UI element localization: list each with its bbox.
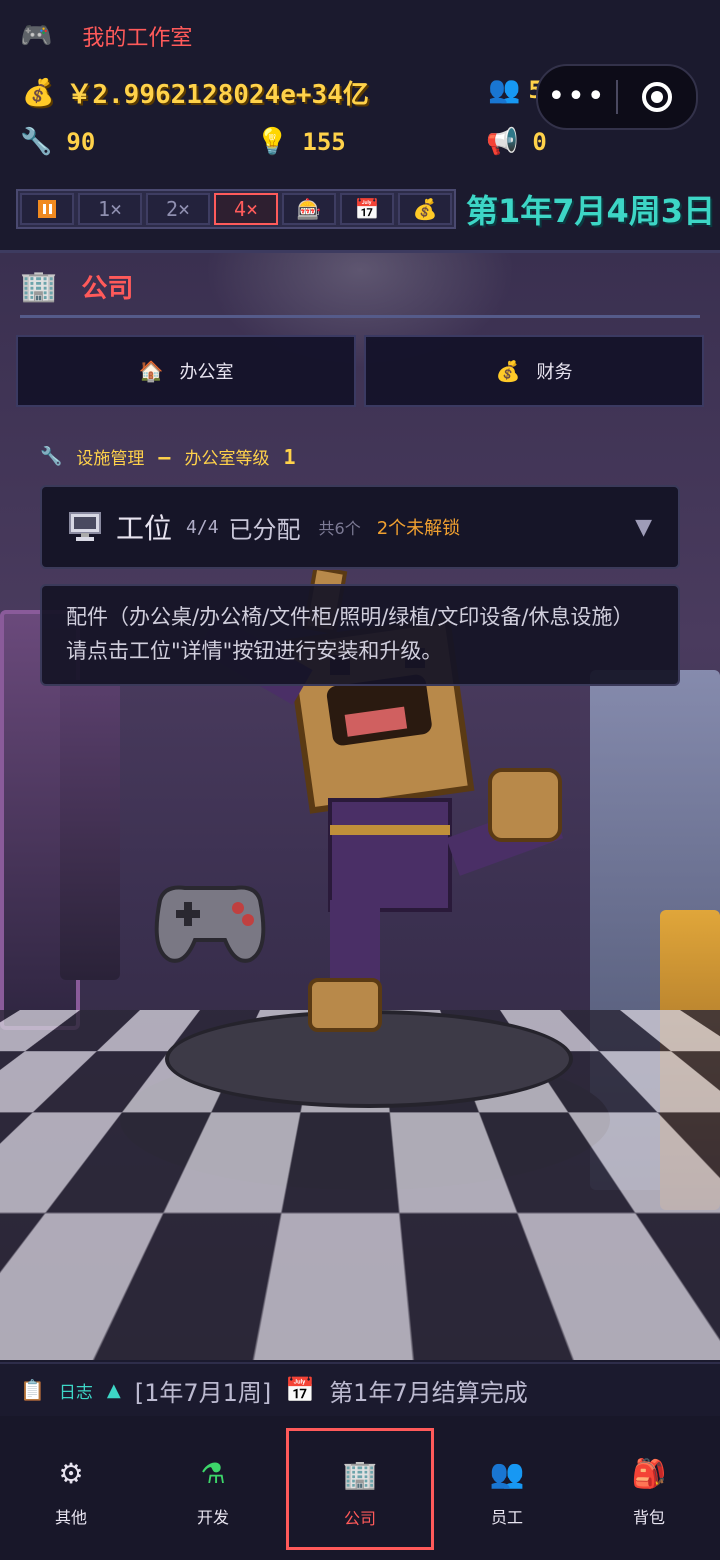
company-heading: 🏢 公司 (20, 268, 133, 305)
staff-icon: 👥 (489, 1457, 525, 1490)
workstation-assigned: 已分配 (228, 515, 301, 544)
log-label[interactable]: 日志 (59, 1378, 93, 1403)
facility-label: 设施管理 (76, 449, 145, 469)
resource-lightbulb: 💡 155 (256, 128, 346, 156)
megaphone-value: 0 (532, 128, 547, 156)
megaphone-icon: 📢 (486, 127, 519, 157)
arcade-cabinet-left-back (60, 680, 120, 980)
money-bag-icon: 💰 (495, 359, 521, 383)
nav-staff-label: 员工 (490, 1508, 523, 1527)
facility-management-row: 🔧 设施管理 – 办公室等级 1 (40, 444, 296, 470)
nav-backpack-label: 背包 (632, 1508, 665, 1527)
speed-4x-button[interactable]: 4× (214, 193, 278, 225)
locked-count: 2 (376, 518, 389, 539)
nav-other[interactable]: ⚙ 其他 (0, 1416, 142, 1560)
gamepad-icon: 🎮 (20, 21, 53, 51)
clipboard-icon: 📋 (20, 1378, 45, 1402)
flask-icon: ⚗ (200, 1457, 226, 1490)
workstation-accordion[interactable]: 工位 4/4 已分配 共6个 2个未解锁 ▼ (40, 485, 680, 569)
close-miniprogram-button[interactable] (618, 82, 696, 112)
calendar-icon: 📅 (285, 1376, 316, 1404)
speed-bar: 1× 2× 4× 🎰 📅 💰 (16, 189, 456, 229)
building-icon: 🏢 (20, 268, 58, 304)
monitor-icon (69, 512, 101, 541)
money-value: ￥2.9962128024e+34亿 (66, 80, 369, 110)
lightbulb-icon: 💡 (256, 127, 289, 157)
nav-staff[interactable]: 👥 员工 (436, 1416, 578, 1560)
heading-divider (20, 315, 700, 318)
company-tabs: 🏠 办公室 💰 财务 (16, 335, 704, 407)
flask-icon: ▲ (106, 1379, 121, 1401)
game-date: 第1年7月4周3日 (466, 192, 716, 230)
arcade-cabinet-right (660, 910, 720, 1210)
workstation-total: 共6个 (318, 519, 361, 538)
nav-other-label: 其他 (54, 1508, 87, 1527)
office-building-icon: 🏢 (342, 1458, 378, 1491)
tab-office[interactable]: 🏠 办公室 (16, 335, 356, 407)
pause-icon (38, 200, 56, 218)
wrench-value: 90 (66, 128, 96, 156)
speed-2x-button[interactable]: 2× (146, 193, 210, 225)
lightbulb-value: 155 (302, 128, 346, 156)
nav-backpack[interactable]: 🎒 背包 (578, 1416, 720, 1560)
gear-icon: ⚙ (58, 1457, 84, 1490)
workstation-locked: 2个未解锁 (377, 514, 460, 540)
nav-develop[interactable]: ⚗ 开发 (142, 1416, 284, 1560)
tab-finance[interactable]: 💰 财务 (364, 335, 704, 407)
accessory-hint: 配件（办公桌/办公椅/文件柜/照明/绿植/文印设备/休息设施）请点击工位"详情"… (40, 584, 680, 686)
nav-company-label: 公司 (343, 1509, 376, 1528)
resource-wrench: 🔧 90 (20, 128, 95, 156)
speed-1x-button[interactable]: 1× (78, 193, 142, 225)
log-bar[interactable]: 📋 日志 ▲ [1年7月1周] 📅 第1年7月结算完成 (0, 1362, 720, 1416)
studio-row: 🎮 我的工作室 (20, 20, 192, 52)
workstation-count: 4/4 (186, 516, 219, 538)
workstation-title: 工位 (116, 512, 173, 545)
target-icon (642, 82, 672, 112)
house-icon: 🏠 (138, 359, 164, 383)
company-title: 公司 (81, 274, 134, 304)
wrench-icon: 🔧 (20, 127, 53, 157)
studio-name[interactable]: 我的工作室 (82, 20, 192, 52)
tab-finance-label: 财务 (536, 362, 573, 383)
slot-machine-button[interactable]: 🎰 (282, 193, 336, 225)
pause-button[interactable] (20, 193, 74, 225)
nav-develop-label: 开发 (196, 1508, 229, 1527)
gamepad-illustration (154, 885, 266, 963)
backpack-icon: 🎒 (631, 1457, 667, 1490)
chevron-down-icon[interactable]: ▼ (635, 515, 652, 540)
office-level-value: 1 (283, 444, 296, 469)
wrench-icon: 🔧 (40, 446, 63, 467)
people-icon: 👥 (488, 75, 521, 105)
office-level-label: 办公室等级 (184, 449, 270, 469)
more-menu-button[interactable]: ••• (538, 82, 616, 112)
nav-company[interactable]: 🏢 公司 (286, 1428, 434, 1550)
log-week: [1年7月1周] (134, 1378, 272, 1407)
resource-row: 🔧 90 💡 155 📢 0 (20, 128, 640, 164)
resource-megaphone: 📢 0 (486, 128, 547, 156)
speed-controls: 1× 2× 4× 🎰 📅 💰 第1年7月4周3日 (16, 186, 715, 232)
finance-button[interactable]: 💰 (398, 193, 452, 225)
miniprogram-capsule: ••• (536, 64, 698, 130)
background-scene (0, 250, 720, 1360)
tab-office-label: 办公室 (179, 362, 234, 383)
calendar-button[interactable]: 📅 (340, 193, 394, 225)
bottom-nav: ⚙ 其他 ⚗ 开发 🏢 公司 👥 员工 🎒 背包 (0, 1416, 720, 1560)
money-display: 💰 ￥2.9962128024e+34亿 (22, 74, 369, 111)
facility-dash: – (158, 444, 171, 469)
money-bag-icon: 💰 (22, 77, 55, 108)
top-header: 🎮 我的工作室 💰 ￥2.9962128024e+34亿 👥 50 ••• 🔧 … (0, 0, 720, 253)
locked-text: 个未解锁 (388, 518, 461, 539)
log-message: 第1年7月结算完成 (329, 1378, 528, 1407)
